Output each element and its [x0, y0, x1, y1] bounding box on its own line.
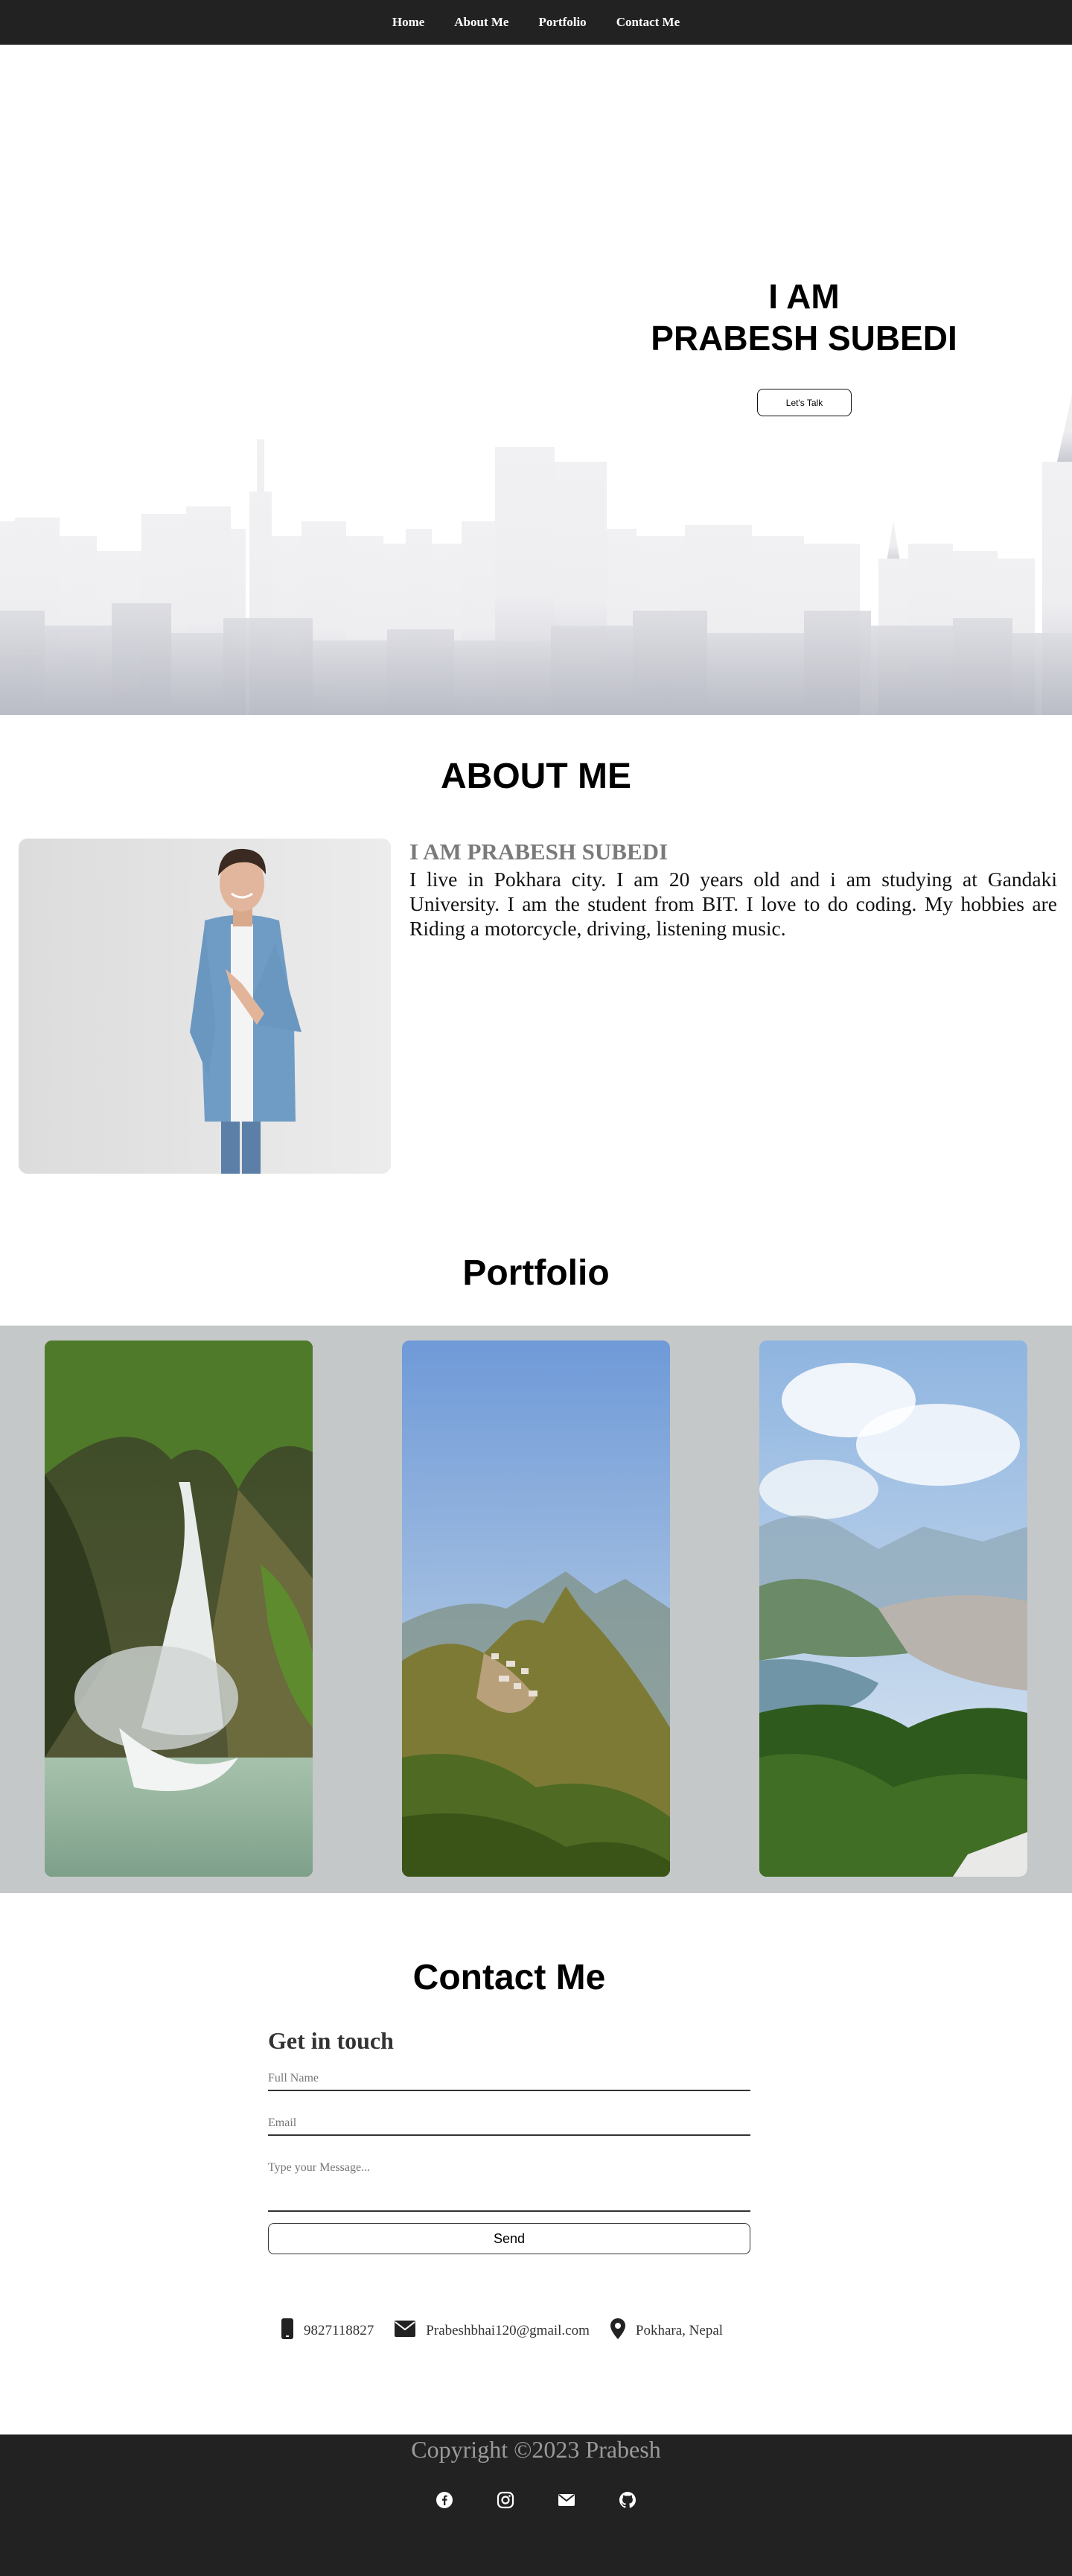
portfolio-image-lake-view[interactable] — [759, 1341, 1027, 1877]
nav-home-link[interactable]: Home — [392, 15, 424, 30]
hero-name: PRABESH SUBEDI — [651, 319, 957, 357]
message-field[interactable]: Type your Message... — [268, 2161, 750, 2212]
phone-icon — [281, 2318, 293, 2344]
full-name-field[interactable]: Full Name — [268, 2072, 750, 2091]
top-navbar: Home About Me Portfolio Contact Me — [0, 0, 1072, 45]
portfolio-title: Portfolio — [462, 1253, 610, 1293]
phone-number: 9827118827 — [304, 2323, 374, 2338]
phone-info: 9827118827 — [281, 2318, 374, 2344]
contact-title: Contact Me — [412, 1958, 606, 1997]
hero-section: I AM PRABESH SUBEDI Let's Talk — [0, 45, 1072, 715]
social-links — [0, 2491, 1072, 2509]
email-address: Prabeshbhai120@gmail.com — [426, 2323, 590, 2338]
instagram-icon[interactable] — [497, 2491, 514, 2509]
send-button[interactable]: Send — [268, 2223, 750, 2254]
footer: Copyright ©2023 Prabesh — [0, 2435, 1072, 2576]
contact-form: Get in touch Full Name Email Type your M… — [268, 2027, 750, 2254]
location-info: Pokhara, Nepal — [610, 2318, 723, 2344]
city-skyline-background — [0, 395, 1072, 715]
portfolio-image-waterfall[interactable] — [45, 1341, 313, 1877]
copyright-text: Copyright ©2023 Prabesh — [411, 2436, 661, 2463]
portfolio-image-hill-village[interactable] — [402, 1341, 670, 1877]
github-icon[interactable] — [619, 2491, 636, 2509]
hero-heading: I AM PRABESH SUBEDI — [640, 276, 968, 359]
contact-info-row: 9827118827 Prabeshbhai120@gmail.com Pokh… — [281, 2316, 723, 2346]
portfolio-gallery — [0, 1326, 1072, 1893]
facebook-icon[interactable] — [436, 2491, 453, 2509]
lets-talk-button[interactable]: Let's Talk — [757, 389, 852, 416]
mail-icon[interactable] — [558, 2491, 575, 2509]
email-info: Prabeshbhai120@gmail.com — [395, 2321, 590, 2341]
nav-portfolio-link[interactable]: Portfolio — [538, 15, 586, 30]
about-paragraph: I live in Pokhara city. I am 20 years ol… — [409, 868, 1057, 940]
get-in-touch-heading: Get in touch — [268, 2027, 394, 2054]
hero-line-1: I AM — [768, 277, 840, 316]
location-text: Pokhara, Nepal — [635, 2323, 724, 2338]
nav-about-link[interactable]: About Me — [454, 15, 508, 30]
about-subtitle: I AM PRABESH SUBEDI — [409, 839, 669, 865]
about-profile-photo — [19, 839, 391, 1174]
nav-contact-link[interactable]: Contact Me — [616, 15, 680, 30]
map-pin-icon — [610, 2318, 625, 2344]
about-title: ABOUT ME — [441, 757, 631, 796]
email-field[interactable]: Email — [268, 2117, 750, 2136]
envelope-icon — [395, 2321, 416, 2341]
about-text-block: I AM PRABESH SUBEDI I live in Pokhara ci… — [409, 839, 1057, 941]
